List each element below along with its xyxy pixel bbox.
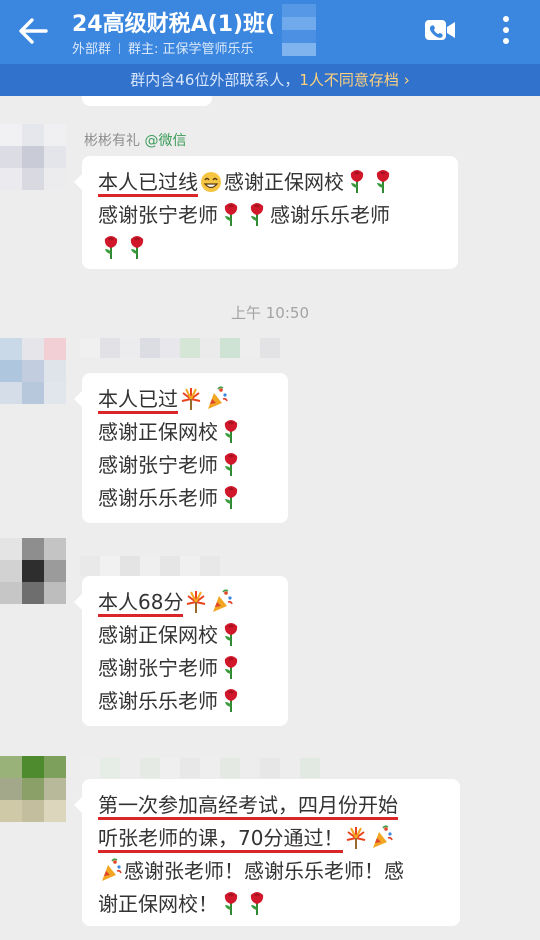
rose-icon [104,236,118,259]
rose-icon [250,892,264,915]
party-popper-icon [208,386,228,409]
message-line: 感谢张宁老师 感谢乐乐老师 [98,199,442,232]
message-text: 感谢张宁老师 [98,656,218,680]
rose-icon [250,203,264,226]
blurred-avatar [282,4,316,56]
message-bubble[interactable]: 本人已过线 感谢正保网校 感谢张宁老师 感谢乐乐老师 [74,156,458,269]
rose-icon [130,236,144,259]
underlined-text: 第一次参加高经考试，四月份开始 [98,793,398,820]
fireworks-icon [181,388,201,410]
underlined-text: 本人68分 [98,590,184,617]
rose-icon [350,170,364,193]
message-text: 感谢正保网校 [98,420,218,444]
blurred-sender-name [80,338,280,358]
message-line: 第一次参加高经考试，四月份开始 [98,789,444,822]
message-line: 感谢张老师！感谢乐乐老师！感 [98,855,444,888]
blurred-sender-name [80,758,320,778]
rose-icon [224,203,238,226]
sender-nickname: 彬彬有礼 [84,133,140,149]
group-type-tag: 外部群 [72,42,112,57]
group-subtitle: 外部群 群主: 正保学管师乐乐 [72,38,272,57]
rose-icon [224,453,238,476]
blurred-sender-name [80,556,220,576]
underlined-text: 听张老师的课，70分通过！ [98,826,344,853]
message-line: 本人已过 [98,383,272,416]
message-line: 感谢乐乐老师 [98,685,272,718]
avatar[interactable] [0,756,66,822]
group-owner: 群主: 正保学管师乐乐 [128,42,254,57]
party-popper-icon [213,589,234,612]
sender-source: @微信 [144,133,187,149]
message-line: 本人已过线 感谢正保网校 [98,166,442,199]
more-menu-icon[interactable] [498,12,514,48]
message-text: 感谢张宁老师 [98,453,218,477]
message-bubble[interactable]: 本人已过 感谢正保网校 感谢张宁老师 感谢乐乐老师 [74,373,288,523]
party-popper-icon [102,858,122,881]
fireworks-icon [187,591,206,613]
underlined-text: 本人已过线 [98,170,198,197]
rose-icon [224,689,238,712]
video-call-icon[interactable] [423,16,457,44]
message-text: 感谢正保网校 [224,170,344,194]
rose-icon [224,486,238,509]
message-line: 感谢张宁老师 [98,449,272,482]
message-timestamp: 上午 10:50 [231,304,309,322]
message-text: 感谢张老师！感谢乐乐老师！感 [124,859,404,883]
message-line: 谢正保网校！ [98,888,444,921]
message-text: 感谢乐乐老师 [98,689,218,713]
message-line: 听张老师的课，70分通过！ [98,822,444,855]
group-title[interactable]: 24高级财税A(1)班( [72,6,282,38]
message-text: 感谢乐乐老师 [98,486,218,510]
chat-header: 24高级财税A(1)班( 外部群 群主: 正保学管师乐乐 [0,0,540,64]
message-bubble[interactable]: 本人68分 感谢正保网校 感谢张宁老师 感谢乐乐老师 [74,576,288,726]
avatar[interactable] [0,124,66,190]
message-text: 感谢乐乐老师 [270,203,390,227]
message-text: 感谢张宁老师 [98,203,218,227]
rose-icon [224,892,238,915]
rose-icon [224,623,238,646]
avatar[interactable] [0,338,66,404]
message-line [98,232,442,265]
message-line: 感谢张宁老师 [98,652,272,685]
back-arrow-icon[interactable] [16,14,50,48]
message-line: 感谢正保网校 [98,416,272,449]
underlined-text: 本人已过 [98,387,178,414]
message-line: 感谢乐乐老师 [98,482,272,515]
fireworks-icon [347,827,366,849]
avatar[interactable] [0,538,66,604]
sender-name: 彬彬有礼 @微信 [84,130,186,150]
external-contacts-notice[interactable]: 群内含46位外部联系人，1人不同意存档 › [0,64,540,96]
divider [119,43,121,54]
message-line: 本人68分 [98,586,272,619]
rose-icon [224,656,238,679]
message-text: 谢正保网校！ [98,892,218,916]
chevron-right-icon: › [403,71,410,89]
previous-message-bubble[interactable] [82,96,212,106]
party-popper-icon [373,825,394,848]
message-line: 感谢正保网校 [98,619,272,652]
archive-refusal-link[interactable]: 1人不同意存档 [299,71,399,89]
rose-icon [224,420,238,443]
rose-icon [376,170,390,193]
message-bubble[interactable]: 第一次参加高经考试，四月份开始 听张老师的课，70分通过！ 感谢张老师！感谢乐乐… [74,779,460,926]
message-text: 感谢正保网校 [98,623,218,647]
notice-text: 群内含46位外部联系人， [130,71,300,89]
grin-emoji-icon [201,172,221,192]
